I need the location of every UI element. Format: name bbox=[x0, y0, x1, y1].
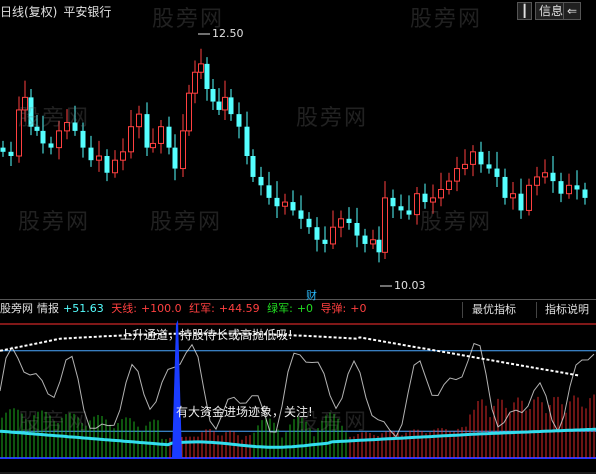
candle-body bbox=[534, 176, 540, 186]
candle-body bbox=[80, 130, 86, 148]
candle-body bbox=[454, 168, 460, 182]
daodan-label: 导弹: bbox=[320, 302, 347, 315]
candle-body bbox=[228, 97, 234, 115]
candle-body bbox=[0, 147, 6, 152]
candle-body bbox=[244, 126, 250, 156]
tianxian-value: +100.0 bbox=[140, 302, 182, 315]
candle-body bbox=[338, 218, 344, 228]
indicator-source: 股旁网 bbox=[0, 302, 33, 315]
candle-body bbox=[96, 155, 102, 161]
candle-body bbox=[510, 193, 516, 199]
candle-body bbox=[462, 163, 468, 170]
candle-body bbox=[198, 63, 204, 73]
candle-body bbox=[236, 114, 242, 127]
candle-body bbox=[64, 122, 70, 132]
candle-body bbox=[550, 172, 556, 182]
big-money-note: 有大资金进场迹象，关注! bbox=[176, 405, 313, 419]
candle-body bbox=[370, 239, 376, 245]
candle-body bbox=[186, 92, 192, 132]
candle-body bbox=[470, 151, 476, 165]
candle-body bbox=[478, 151, 484, 165]
candle-body bbox=[250, 156, 256, 177]
candle-body bbox=[330, 226, 336, 245]
candle-body bbox=[582, 189, 588, 198]
uptrend-note: 上升通道，持股待长或高抛低吸! bbox=[120, 328, 293, 342]
candle-body bbox=[306, 218, 312, 228]
candle-body bbox=[222, 96, 228, 111]
candle-body bbox=[290, 202, 296, 211]
candle-body bbox=[72, 122, 78, 131]
indicator-help-button[interactable]: 指标说明 bbox=[536, 302, 596, 318]
candle-body bbox=[438, 189, 444, 199]
candle-body bbox=[446, 180, 452, 190]
candle-body bbox=[390, 197, 396, 207]
candle-body bbox=[192, 71, 198, 94]
candle-body bbox=[40, 130, 46, 144]
stock-chart-app: 日线(复权) 平安银行 ┃ 信息 ⇐ 12.50 10.03 财 股旁网 情报 +51… bbox=[0, 0, 596, 474]
candle-body bbox=[258, 176, 264, 186]
candle-body bbox=[166, 126, 172, 148]
hongjun-label: 红军: bbox=[189, 302, 215, 315]
candle-body bbox=[406, 210, 412, 215]
candle-body bbox=[542, 172, 548, 178]
candle-body bbox=[204, 63, 210, 89]
lvjun-label: 绿军: bbox=[267, 302, 293, 315]
candle-body bbox=[120, 151, 126, 161]
candle-body bbox=[136, 113, 142, 128]
candle-body bbox=[494, 168, 500, 177]
candle-body bbox=[210, 89, 216, 102]
candle-body bbox=[382, 197, 388, 253]
candle-body bbox=[180, 130, 186, 170]
candle-body bbox=[22, 96, 28, 111]
candle-body bbox=[172, 147, 178, 169]
candle-body bbox=[216, 101, 222, 110]
lvjun-value: +0 bbox=[296, 302, 314, 315]
price-candlestick-chart[interactable] bbox=[0, 0, 596, 300]
candle-body bbox=[518, 193, 524, 211]
high-price-label: 12.50 bbox=[212, 27, 244, 40]
candle-body bbox=[56, 130, 62, 149]
candle-body bbox=[48, 143, 54, 148]
candle-body bbox=[422, 193, 428, 203]
candle-body bbox=[112, 159, 118, 174]
candle-body bbox=[346, 218, 352, 223]
oscillator-line bbox=[0, 342, 595, 438]
candle-body bbox=[144, 114, 150, 148]
candle-body bbox=[282, 201, 288, 207]
candle-body bbox=[558, 181, 564, 194]
indicator-main-value: +51.63 bbox=[63, 302, 104, 315]
candle-body bbox=[88, 147, 94, 161]
candle-body bbox=[566, 184, 572, 195]
indicator-name[interactable]: 情报 bbox=[37, 302, 59, 315]
candle-body bbox=[298, 210, 304, 219]
daodan-value: +0 bbox=[350, 302, 367, 315]
candle-body bbox=[28, 97, 34, 127]
candle-body bbox=[150, 142, 156, 149]
candle-body bbox=[314, 227, 320, 240]
candle-body bbox=[502, 176, 508, 198]
hongjun-value: +44.59 bbox=[218, 302, 260, 315]
candle-body bbox=[414, 193, 420, 216]
candle-body bbox=[104, 156, 110, 173]
candle-body bbox=[430, 197, 436, 203]
candle-body bbox=[128, 126, 134, 153]
candle-body bbox=[322, 239, 328, 244]
candle-body bbox=[34, 126, 40, 131]
candle-body bbox=[8, 151, 14, 156]
candle-body bbox=[362, 235, 368, 244]
candle-body bbox=[574, 185, 580, 190]
candle-body bbox=[266, 185, 272, 198]
candle-body bbox=[158, 126, 164, 144]
tianxian-label: 天线: bbox=[111, 302, 137, 315]
candle-body bbox=[398, 206, 404, 211]
best-indicator-button[interactable]: 最优指标 bbox=[462, 302, 525, 318]
candle-body bbox=[16, 109, 22, 157]
indicator-chart[interactable] bbox=[0, 318, 596, 474]
candle-body bbox=[526, 184, 532, 211]
candle-body bbox=[486, 164, 492, 169]
low-price-label: 10.03 bbox=[394, 279, 426, 292]
candle-body bbox=[376, 239, 382, 253]
candle-body bbox=[274, 197, 280, 207]
candle-body bbox=[354, 223, 360, 236]
